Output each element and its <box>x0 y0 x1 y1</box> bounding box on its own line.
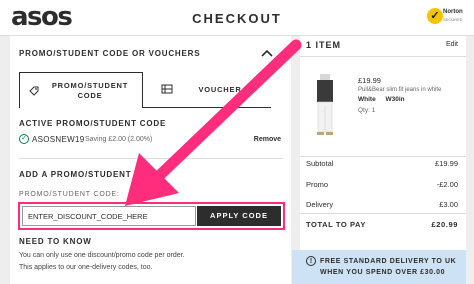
promo-code-input[interactable] <box>22 206 196 226</box>
divider <box>300 56 466 57</box>
tab-voucher-label: VOUCHER <box>198 85 242 94</box>
free-delivery-text: FREE STANDARD DELIVERY TO UK WHEN YOU SP… <box>320 256 460 278</box>
delivery-row: Delivery £3.00 <box>306 200 458 209</box>
subtotal-label: Subtotal <box>306 159 334 168</box>
product-attributes: White W30in <box>358 96 405 103</box>
need-to-know-note-2: This applies to our one-delivery codes, … <box>19 264 153 271</box>
promo-row: Promo -£2.00 <box>306 180 458 189</box>
code-field-label: PROMO/STUDENT CODE: <box>19 191 120 198</box>
active-code-title: ACTIVE PROMO/STUDENT CODE <box>19 119 167 128</box>
banner-line-2: WHEN YOU SPEND OVER £30.00 <box>320 269 446 276</box>
need-to-know-note-1: You can only use one discount/promo code… <box>19 252 185 259</box>
free-delivery-banner: ! FREE STANDARD DELIVERY TO UK WHEN YOU … <box>292 250 466 284</box>
add-code-title: ADD A PROMO/STUDENT CODE <box>19 170 161 179</box>
total-label: TOTAL TO PAY <box>306 220 366 229</box>
product-image[interactable] <box>314 74 336 136</box>
active-code-name: ASOSNEW19 <box>32 135 85 144</box>
norton-badge: ✓ Norton SECURED <box>427 8 467 28</box>
chevron-up-icon[interactable] <box>260 48 274 58</box>
product-size: W30in <box>385 96 405 103</box>
tab-promo-student-code[interactable]: PROMO/STUDENT CODE <box>19 72 143 108</box>
apply-code-button[interactable]: APPLY CODE <box>197 206 281 226</box>
code-input-highlight: APPLY CODE <box>18 202 285 230</box>
product-qty: Qty: 1 <box>358 107 376 114</box>
total-row: TOTAL TO PAY £20.99 <box>306 220 458 229</box>
info-icon: ! <box>306 256 316 266</box>
tag-icon <box>29 86 39 96</box>
bag-summary: 1 ITEM Edit £19.99 Pull&Bear slim fit je… <box>300 36 466 284</box>
promo-value: -£2.00 <box>436 180 458 189</box>
norton-check-icon: ✓ <box>427 8 443 24</box>
product-description[interactable]: Pull&Bear slim fit jeans in white <box>358 87 458 94</box>
divider <box>300 213 466 214</box>
banner-line-1: FREE STANDARD DELIVERY TO UK <box>320 258 457 265</box>
divider <box>19 158 283 159</box>
check-circle-icon: ✓ <box>19 134 29 144</box>
norton-label: Norton <box>443 9 463 15</box>
page-title: CHECKOUT <box>192 11 282 26</box>
delivery-value: £3.00 <box>439 200 458 209</box>
need-to-know-title: NEED TO KNOW <box>19 237 92 246</box>
promo-label: Promo <box>306 180 329 189</box>
tab-promo-student-label: PROMO/STUDENT CODE <box>51 81 129 100</box>
promo-section-title: PROMO/STUDENT CODE OR VOUCHERS <box>19 49 201 58</box>
tab-voucher[interactable]: VOUCHER <box>143 72 271 108</box>
subtotal-value: £19.99 <box>435 159 458 168</box>
checkout-header: asos CHECKOUT ✓ Norton SECURED <box>0 0 474 36</box>
product-price: £19.99 <box>358 76 381 85</box>
divider <box>300 156 466 157</box>
promo-panel: PROMO/STUDENT CODE OR VOUCHERS PROMO/STU… <box>10 36 291 284</box>
edit-bag-link[interactable]: Edit <box>446 41 458 48</box>
norton-sublabel: SECURED <box>443 17 463 22</box>
total-value: £20.99 <box>431 220 458 229</box>
item-count: 1 ITEM <box>306 40 342 50</box>
subtotal-row: Subtotal £19.99 <box>306 159 458 168</box>
product-color: White <box>358 96 376 103</box>
active-code-row: ✓ ASOSNEW19 Saving £2.00 (2.00%) Remove <box>19 134 283 148</box>
voucher-icon <box>161 84 173 94</box>
active-code-saving: Saving £2.00 (2.00%) <box>85 136 153 143</box>
delivery-label: Delivery <box>306 200 334 209</box>
remove-code-link[interactable]: Remove <box>254 136 281 143</box>
